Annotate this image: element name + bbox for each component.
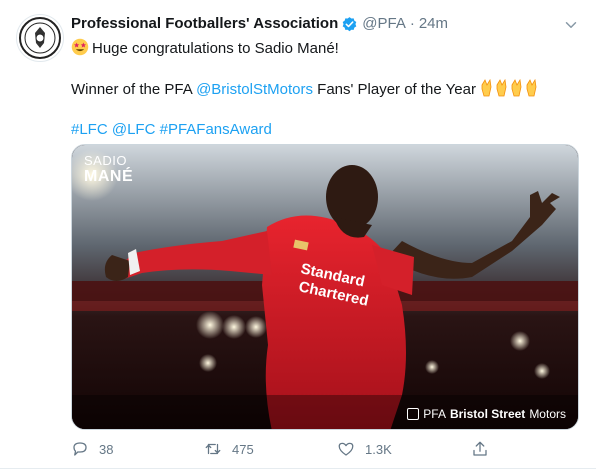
tweet-header: Professional Footballers' Association @P… [71,14,580,34]
pfa-logo-icon [19,17,61,59]
sponsor-name: Bristol Street [449,407,526,421]
sponsor-logo: PFA Bristol Street Motors [407,407,566,421]
separator-dot: · [409,15,415,32]
like-icon [338,442,354,456]
retweet-icon [205,443,221,455]
tweet-text-line-1: Huge congratulations to Sadio Mané! [92,40,339,57]
share-icon [473,441,487,456]
author-name[interactable]: Professional Footballers' Association [71,14,338,34]
star-struck-emoji-icon [71,38,89,56]
sponsor-prefix: PFA [423,407,446,421]
reply-button[interactable]: 38 [71,440,113,458]
tweet-text-prefix: Winner of the PFA [71,81,197,98]
chevron-down-icon[interactable] [562,16,580,34]
player-first-name: SADIO [84,153,127,168]
tweet-content: Professional Footballers' Association @P… [71,14,580,140]
like-count: 1.3K [365,441,392,457]
mention-bristol-st-motors[interactable]: @BristolStMotors [196,81,313,98]
reply-icon [73,442,87,456]
tweet-hashtags: #LFC @LFC #PFAFansAward [71,120,580,140]
pfa-mark-icon [407,408,420,420]
player-name-label: SADIO MANÉ [84,153,133,185]
verified-badge-icon [342,16,357,31]
media-photo: Standard Chartered [72,145,578,429]
hashtag-lfc[interactable]: #LFC [71,121,108,138]
mention-lfc[interactable]: @LFC [112,121,156,138]
avatar[interactable] [16,14,64,62]
tweet[interactable]: Professional Footballers' Association @P… [0,0,596,469]
tweet-text-suffix: Fans' Player of the Year [312,81,481,98]
player-last-name: MANÉ [84,168,134,185]
tweet-timestamp[interactable]: 24m [419,14,448,34]
tweet-line-2: Winner of the PFA @BristolStMotors Fans'… [71,78,580,100]
sponsor-suffix: Motors [529,407,566,421]
tweet-actions: 38 475 1.3K [71,440,579,460]
clapping-hands-emoji-icon [481,78,537,97]
like-button[interactable]: 1.3K [337,440,392,458]
share-button[interactable] [471,440,499,458]
hashtag-pfa-fans-award[interactable]: #PFAFansAward [160,121,272,138]
retweet-button[interactable]: 475 [204,440,254,458]
retweet-count: 475 [232,441,254,457]
author-handle[interactable]: @PFA [362,14,406,34]
reply-count: 38 [99,441,114,457]
tweet-line-1: Huge congratulations to Sadio Mané! [71,38,580,59]
tweet-media-image[interactable]: Standard Chartered SADIO MANÉ PFA Bristo… [71,144,579,430]
